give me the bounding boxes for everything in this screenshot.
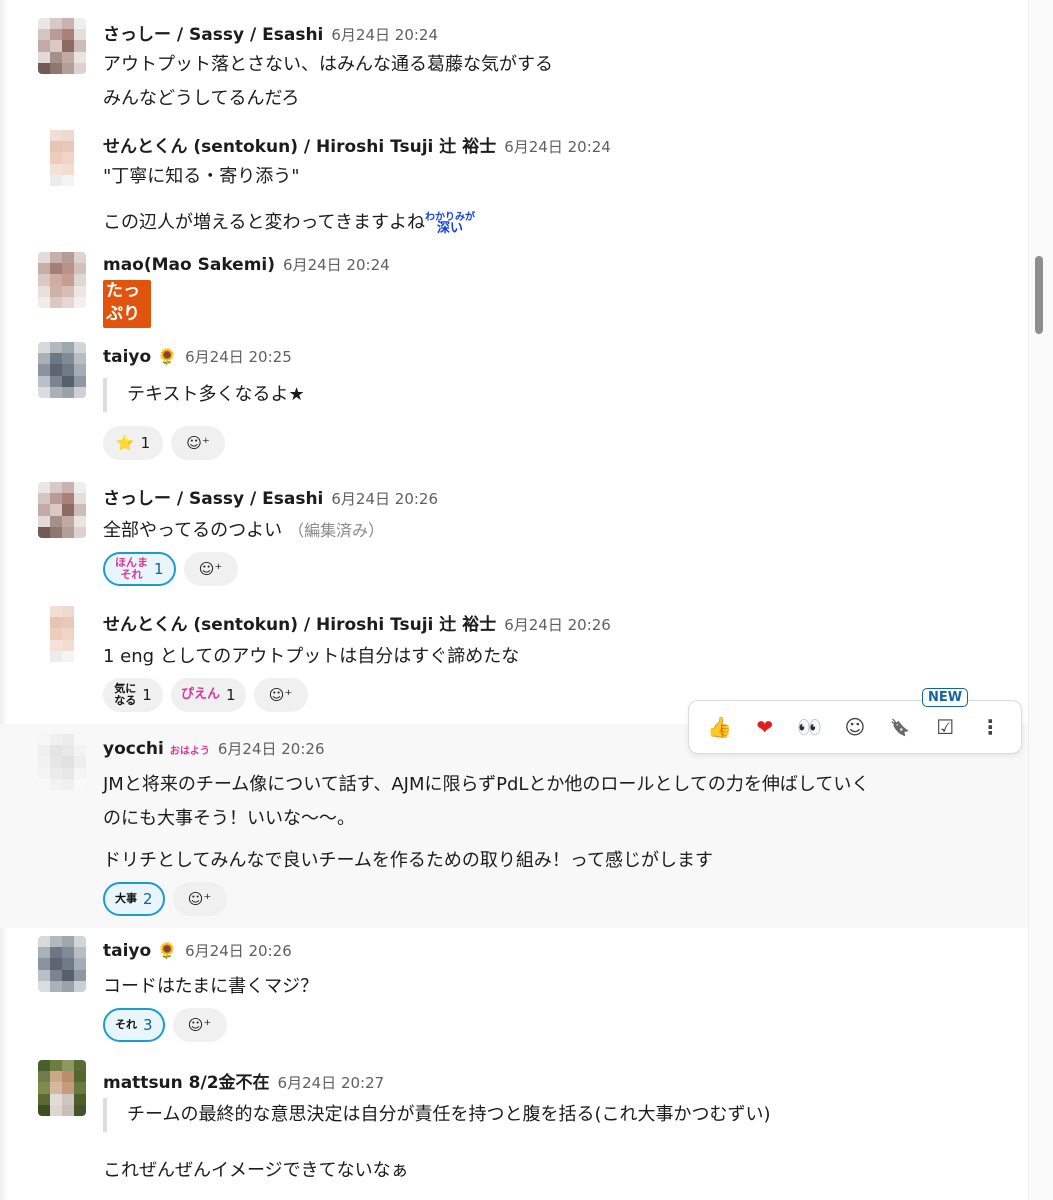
author-name[interactable]: yocchi おはよう 6月24日 20:26	[103, 738, 325, 759]
reaction-count: 3	[143, 1016, 153, 1034]
reaction-count: 1	[226, 686, 236, 704]
scrollbar-track[interactable]	[1028, 0, 1053, 1200]
add-reaction-button[interactable]: ☺⁺	[172, 882, 227, 916]
add-reaction-button[interactable]: ☺⁺	[183, 552, 238, 586]
avatar[interactable]	[38, 130, 86, 186]
message-item[interactable]: taiyo 🌻 6月24日 20:26 コードはたまに書くマジ？ それ 3 ☺⁺	[0, 932, 1040, 1052]
timestamp[interactable]: 6月24日 20:24	[504, 138, 611, 156]
avatar[interactable]	[38, 252, 86, 308]
timestamp[interactable]: 6月24日 20:25	[185, 348, 292, 366]
ohayou-status-icon: おはよう	[169, 746, 210, 757]
timestamp[interactable]: 6月24日 20:26	[504, 616, 611, 634]
reaction-count: 1	[142, 686, 152, 704]
avatar[interactable]	[38, 1060, 86, 1116]
message-item[interactable]: さっしー / Sassy / Esashi 6月24日 20:26 全部やってるの…	[0, 476, 1040, 594]
message-actions-toolbar: 👍 ❤ 👀 ☺ 🔖 ☑ ⋮	[688, 700, 1022, 754]
add-reaction-icon: ☺⁺	[186, 434, 210, 452]
quote-block: チームの最終的な意思決定は自分が責任を持つと腹を括る(これ大事かつむずい)	[103, 1098, 771, 1132]
message-text: コードはたまに書くマジ？	[103, 976, 319, 997]
reaction-bar: ⭐ 1 ☺⁺	[103, 426, 225, 460]
avatar[interactable]	[38, 936, 86, 992]
reaction-kininaru[interactable]: 気に なる 1	[103, 678, 163, 712]
sore-icon: それ	[115, 1018, 137, 1031]
message-item[interactable]: さっしー / Sassy / Esashi 6月24日 20:24 アウトプット落…	[0, 8, 1040, 114]
add-to-list-icon[interactable]: ☑	[927, 709, 963, 745]
message-text: ドリチとしてみんなで良いチームを作るための取り組み！って感じがします	[103, 850, 714, 871]
author-name[interactable]: せんとくん (sentokun) / Hiroshi Tsuji 辻 裕士 6月2…	[103, 132, 611, 157]
message-text: 全部やってるのつよい （編集済み）	[103, 520, 385, 541]
reaction-star[interactable]: ⭐ 1	[103, 426, 163, 460]
new-badge: NEW	[922, 688, 969, 707]
message-text: アウトプット落とさない、はみんな通る葛藤な気がする	[103, 54, 553, 75]
author-name[interactable]: mao(Mao Sakemi) 6月24日 20:24	[103, 254, 390, 275]
quote-block: テキスト多くなるよ★	[103, 378, 305, 412]
avatar[interactable]	[38, 734, 86, 790]
message-text: JMと将来のチーム像について話す、AJMに限らずPdLとか他のロールとしての力を…	[103, 774, 870, 795]
message-text: これぜんぜんイメージできてないなぁ	[103, 1160, 409, 1181]
edited-label: （編集済み）	[288, 521, 385, 540]
reaction-count: 1	[154, 560, 164, 578]
daiji-icon: 大事	[115, 892, 137, 905]
timestamp[interactable]: 6月24日 20:26	[218, 740, 325, 758]
add-reaction-icon: ☺⁺	[198, 560, 223, 578]
sunflower-status-icon: 🌻	[157, 941, 178, 960]
reaction-bar: それ 3 ☺⁺	[103, 1008, 227, 1042]
reaction-bar: 気に なる 1 ぴえん 1 ☺⁺	[103, 678, 308, 712]
timestamp[interactable]: 6月24日 20:27	[278, 1074, 385, 1092]
author-name[interactable]: mattsun 8/2金不在 6月24日 20:27	[103, 1068, 384, 1093]
add-reaction-icon[interactable]: ☺	[837, 709, 873, 745]
honmasore-icon: ほんま それ	[115, 556, 148, 581]
add-reaction-button[interactable]: ☺⁺	[253, 678, 308, 712]
sunflower-status-icon: 🌻	[157, 347, 178, 366]
add-reaction-icon: ☺⁺	[187, 1016, 212, 1034]
wakarimiga-fukai-emoji: わかりみが 深い	[425, 211, 476, 236]
message-text: 1 eng としてのアウトプットは自分はすぐ諦めたな	[103, 646, 520, 667]
eyes-icon[interactable]: 👀	[792, 709, 828, 745]
reaction-bar: 大事 2 ☺⁺	[103, 882, 227, 916]
author-name[interactable]: せんとくん (sentokun) / Hiroshi Tsuji 辻 裕士 6月2…	[103, 610, 611, 635]
pien-icon: ぴえん	[181, 687, 221, 702]
message-text: この辺人が増えると変わってきますよねわかりみが 深い	[103, 211, 476, 236]
message-text: "丁寧に知る・寄り添う"	[103, 166, 300, 187]
reaction-daiji[interactable]: 大事 2	[103, 882, 165, 916]
avatar[interactable]	[38, 342, 86, 398]
timestamp[interactable]: 6月24日 20:26	[331, 490, 438, 508]
timestamp[interactable]: 6月24日 20:24	[331, 26, 438, 44]
message-text: のにも大事そう！いいな〜〜。	[103, 808, 355, 829]
message-item[interactable]: mattsun 8/2金不在 6月24日 20:27 チームの最終的な意思決定は自…	[0, 1056, 1040, 1200]
reaction-sore[interactable]: それ 3	[103, 1008, 165, 1042]
thumbs-up-icon[interactable]: 👍	[702, 709, 738, 745]
avatar[interactable]	[38, 18, 86, 74]
timestamp[interactable]: 6月24日 20:26	[185, 942, 292, 960]
reaction-bar: ほんま それ 1 ☺⁺	[103, 552, 238, 586]
avatar[interactable]	[38, 482, 86, 538]
kininaru-icon: 気に なる	[114, 682, 137, 707]
add-reaction-icon: ☺⁺	[268, 686, 293, 704]
bookmark-icon[interactable]: 🔖	[882, 709, 918, 745]
star-icon: ⭐	[115, 434, 135, 452]
scrollbar-thumb[interactable]	[1035, 256, 1043, 334]
reaction-pien[interactable]: ぴえん 1	[171, 678, 246, 712]
author-name[interactable]: taiyo 🌻 6月24日 20:25	[103, 346, 292, 367]
avatar[interactable]	[38, 606, 86, 662]
author-name[interactable]: taiyo 🌻 6月24日 20:26	[103, 940, 292, 961]
author-name[interactable]: さっしー / Sassy / Esashi 6月24日 20:26	[103, 484, 438, 509]
message-item[interactable]: mao(Mao Sakemi) 6月24日 20:24	[0, 246, 1040, 336]
reaction-honmasore[interactable]: ほんま それ 1	[103, 552, 176, 586]
message-text: みんなどうしてるんだろ	[103, 88, 300, 109]
add-reaction-icon: ☺⁺	[187, 890, 212, 908]
timestamp[interactable]: 6月24日 20:24	[283, 256, 390, 274]
message-item[interactable]: せんとくん (sentokun) / Hiroshi Tsuji 辻 裕士 6月2…	[0, 120, 1040, 244]
heart-icon[interactable]: ❤	[747, 709, 783, 745]
reaction-count: 1	[140, 434, 151, 452]
message-item-hovered[interactable]: yocchi おはよう 6月24日 20:26 JMと将来のチーム像について話す、A…	[0, 724, 1040, 928]
reaction-count: 2	[143, 890, 153, 908]
message-item[interactable]: taiyo 🌻 6月24日 20:25 テキスト多くなるよ★ ⭐ 1 ☺⁺	[0, 338, 1040, 468]
author-name[interactable]: さっしー / Sassy / Esashi 6月24日 20:24	[103, 20, 438, 45]
more-icon[interactable]: ⋮	[972, 709, 1008, 745]
add-reaction-button[interactable]: ☺⁺	[171, 426, 225, 460]
add-reaction-button[interactable]: ☺⁺	[172, 1008, 227, 1042]
tappuri-emoji: たっ ぷり	[103, 280, 151, 328]
